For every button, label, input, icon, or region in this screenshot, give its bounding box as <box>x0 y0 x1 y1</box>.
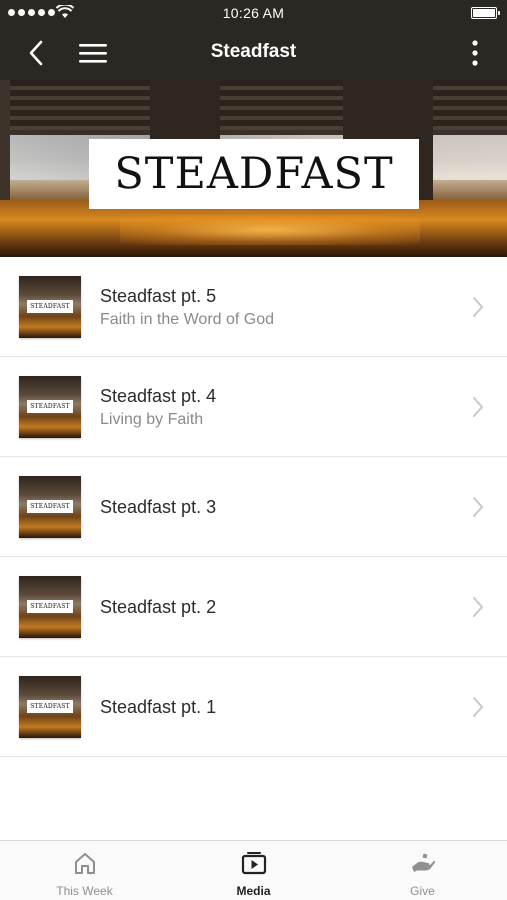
sermon-thumbnail: STEADFAST <box>19 476 81 538</box>
media-play-icon <box>241 852 266 875</box>
thumbnail-label: STEADFAST <box>30 603 70 610</box>
page-title: Steadfast <box>210 41 297 62</box>
sermon-thumbnail: STEADFAST <box>19 676 81 738</box>
tab-media[interactable]: Media <box>169 841 338 900</box>
tab-label: Give <box>410 884 435 898</box>
status-time: 10:26 AM <box>222 5 285 21</box>
list-item[interactable]: STEADFAST Steadfast pt. 2 <box>0 557 507 657</box>
item-title: Steadfast pt. 5 <box>100 286 217 306</box>
chevron-right-icon <box>473 297 483 317</box>
thumbnail-label: STEADFAST <box>30 303 70 310</box>
thumbnail-label: STEADFAST <box>30 503 70 510</box>
thumbnail-label: STEADFAST <box>30 703 70 710</box>
item-title: Steadfast pt. 4 <box>100 386 217 406</box>
chevron-right-icon <box>473 597 483 617</box>
vertical-dots-icon[interactable] <box>467 38 483 68</box>
thumbnail-label: STEADFAST <box>30 403 70 410</box>
item-title: Steadfast pt. 2 <box>100 597 217 617</box>
list-item[interactable]: STEADFAST Steadfast pt. 5 Faith in the W… <box>0 257 507 357</box>
sermon-thumbnail: STEADFAST <box>19 276 81 338</box>
give-hand-icon <box>411 853 435 872</box>
home-icon <box>74 853 95 874</box>
list-item[interactable]: STEADFAST Steadfast pt. 1 <box>0 657 507 757</box>
battery-icon <box>471 7 500 19</box>
chevron-right-icon <box>473 497 483 517</box>
banner-light <box>120 215 420 245</box>
sermon-list: STEADFAST Steadfast pt. 5 Faith in the W… <box>0 257 507 757</box>
tab-label: Media <box>236 884 271 898</box>
list-item[interactable]: STEADFAST Steadfast pt. 3 <box>0 457 507 557</box>
item-title: Steadfast pt. 3 <box>100 497 217 517</box>
tab-label: This Week <box>56 884 113 898</box>
banner-title-text: STEADFAST <box>114 149 394 199</box>
item-subtitle: Faith in the Word of God <box>100 311 275 328</box>
sermon-thumbnail: STEADFAST <box>19 376 81 438</box>
status-bar: 10:26 AM <box>0 0 507 26</box>
tab-bar: This Week Media Give <box>0 840 507 900</box>
nav-bar: Steadfast <box>0 26 507 80</box>
banner-title: STEADFAST <box>89 139 419 209</box>
sermon-thumbnail: STEADFAST <box>19 576 81 638</box>
tab-give[interactable]: Give <box>338 841 507 900</box>
chevron-right-icon <box>473 697 483 717</box>
tab-this-week[interactable]: This Week <box>0 841 169 900</box>
item-title: Steadfast pt. 1 <box>100 697 217 717</box>
item-subtitle: Living by Faith <box>100 411 204 428</box>
list-item[interactable]: STEADFAST Steadfast pt. 4 Living by Fait… <box>0 357 507 457</box>
chevron-right-icon <box>473 397 483 417</box>
